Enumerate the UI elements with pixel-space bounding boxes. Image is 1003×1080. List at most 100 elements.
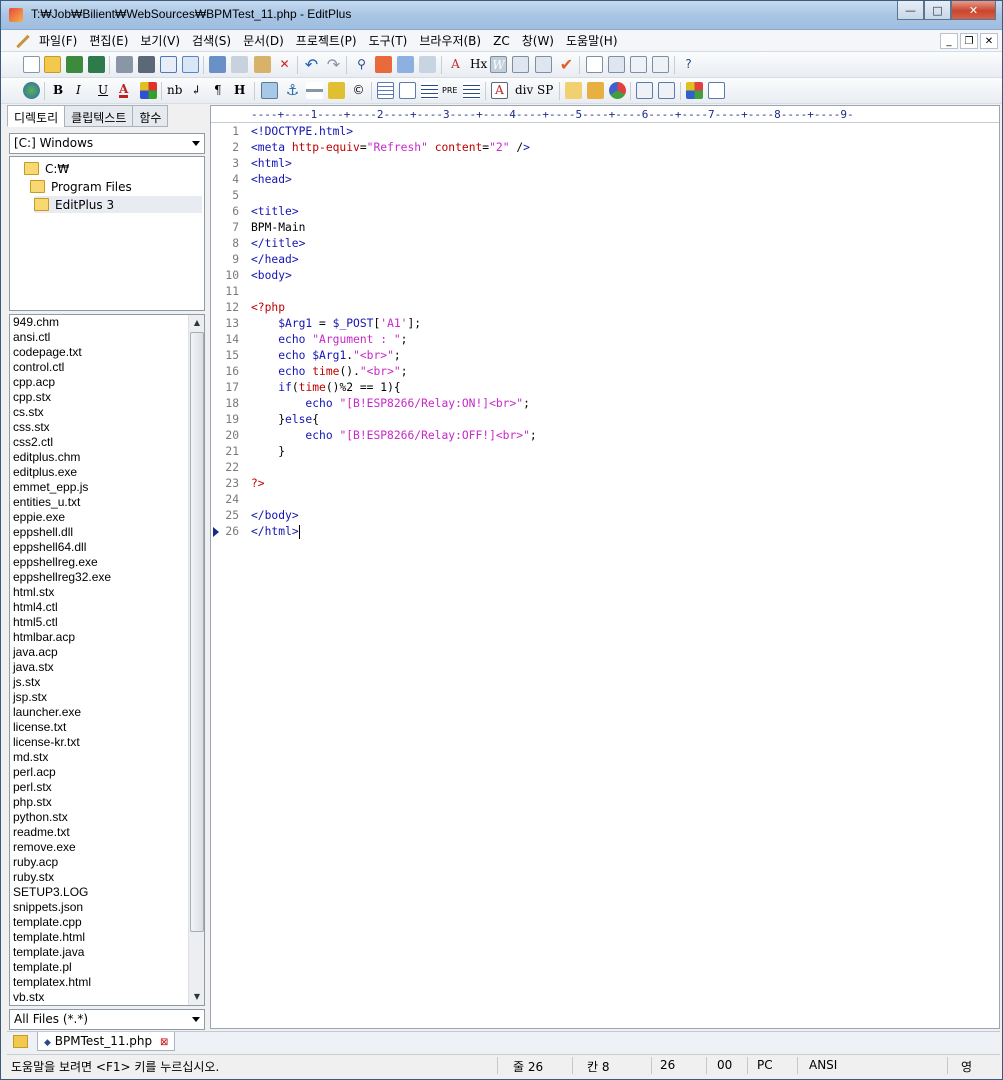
file-list-item[interactable]: java.acp: [10, 645, 204, 660]
list-icon[interactable]: [463, 82, 480, 99]
file-list-item[interactable]: launcher.exe: [10, 705, 204, 720]
code-line[interactable]: 19 }else{ }else{: [211, 412, 319, 428]
file-list-item[interactable]: remove.exe: [10, 840, 204, 855]
line-break-button[interactable]: ↲: [191, 83, 201, 97]
file-list-item[interactable]: ansi.ctl: [10, 330, 204, 345]
menu-zc[interactable]: ZC: [487, 34, 516, 48]
browser-view-icon[interactable]: [182, 56, 199, 73]
menu-search[interactable]: 검색(S): [186, 32, 237, 49]
editplus-app-icon[interactable]: [9, 8, 23, 22]
edit-icon[interactable]: [565, 82, 582, 99]
file-list-item[interactable]: SETUP3.LOG: [10, 885, 204, 900]
table-icon[interactable]: [377, 82, 394, 99]
code-line[interactable]: 2 <meta http-equiv="Refresh" content="2" …: [211, 140, 530, 156]
tab-directory[interactable]: 디렉토리: [7, 105, 66, 127]
line-numbers-icon[interactable]: [512, 56, 529, 73]
file-list-item[interactable]: vb.stx: [10, 990, 204, 1005]
copyright-icon[interactable]: ©: [350, 82, 367, 99]
find-in-files-icon[interactable]: [397, 56, 414, 73]
status-line-ending[interactable]: PC: [757, 1058, 773, 1072]
drive-select[interactable]: [C:] Windows: [9, 133, 205, 154]
code-line[interactable]: 16 echo time()."<br>"; echo time()."<br>…: [211, 364, 407, 380]
code-line[interactable]: 22: [211, 460, 251, 476]
output-window-icon[interactable]: [586, 56, 603, 73]
print-preview-icon[interactable]: [116, 56, 133, 73]
file-list-item[interactable]: python.stx: [10, 810, 204, 825]
code-line[interactable]: 25</body></body>: [211, 508, 298, 524]
file-list-item[interactable]: editplus.chm: [10, 450, 204, 465]
color-picker-icon[interactable]: [140, 82, 157, 99]
file-list-item[interactable]: html5.ctl: [10, 615, 204, 630]
file-list-item[interactable]: cpp.stx: [10, 390, 204, 405]
globe-icon[interactable]: [23, 82, 40, 99]
open-folder-icon[interactable]: [44, 56, 61, 73]
code-line[interactable]: 8</title></title>: [211, 236, 305, 252]
menu-window[interactable]: 창(W): [516, 32, 560, 49]
heading-button[interactable]: H: [234, 83, 245, 97]
palette-icon[interactable]: [609, 82, 626, 99]
file-list-item[interactable]: cpp.acp: [10, 375, 204, 390]
mdi-close-button[interactable]: ✕: [980, 33, 998, 49]
code-line[interactable]: 17 if(time()%2 == 1){ if(time()%2 == 1){: [211, 380, 400, 396]
file-list-item[interactable]: entities_u.txt: [10, 495, 204, 510]
pencil-brush-icon[interactable]: [587, 82, 604, 99]
code-line[interactable]: 10<body><body>: [211, 268, 291, 284]
form-icon[interactable]: [399, 82, 416, 99]
file-list-item[interactable]: template.html: [10, 930, 204, 945]
file-list-item[interactable]: java.stx: [10, 660, 204, 675]
hx-toggle[interactable]: Hx: [470, 57, 487, 71]
document-selector-icon[interactable]: [658, 82, 675, 99]
menu-edit[interactable]: 편집(E): [83, 32, 134, 49]
italic-button[interactable]: I: [76, 83, 81, 97]
menu-view[interactable]: 보기(V): [134, 32, 186, 49]
image-icon[interactable]: [261, 82, 278, 99]
html-toolbar-icon[interactable]: [636, 82, 653, 99]
font-icon[interactable]: A: [447, 56, 464, 73]
file-list-item[interactable]: template.cpp: [10, 915, 204, 930]
windows-icon[interactable]: [686, 82, 703, 99]
file-list-item[interactable]: emmet_epp.js: [10, 480, 204, 495]
save-icon[interactable]: [66, 56, 83, 73]
maximize-button[interactable]: □: [924, 1, 951, 20]
code-line[interactable]: 3<html><html>: [211, 156, 292, 172]
code-line[interactable]: 11: [211, 284, 251, 300]
file-list-scrollbar[interactable]: ▲ ▼: [188, 315, 204, 1005]
file-list-item[interactable]: snippets.json: [10, 900, 204, 915]
mdi-minimize-button[interactable]: _: [940, 33, 958, 49]
code-line[interactable]: 5: [211, 188, 251, 204]
replace-icon[interactable]: [375, 56, 392, 73]
menu-document[interactable]: 문서(D): [237, 32, 290, 49]
close-button[interactable]: ✕: [951, 1, 996, 20]
file-list-item[interactable]: ruby.acp: [10, 855, 204, 870]
file-list-item[interactable]: license-kr.txt: [10, 735, 204, 750]
menu-browser[interactable]: 브라우저(B): [413, 32, 487, 49]
directory-window-icon[interactable]: [608, 56, 625, 73]
column-mode-icon[interactable]: [535, 56, 552, 73]
nbsp-button[interactable]: nb: [167, 83, 182, 97]
fullscreen-icon[interactable]: [652, 56, 669, 73]
div-button[interactable]: div: [515, 83, 533, 97]
menu-file[interactable]: 파일(F): [33, 32, 83, 49]
minimize-button[interactable]: —: [897, 1, 924, 20]
code-line[interactable]: 24: [211, 492, 251, 508]
code-line[interactable]: 26</html></html>: [211, 524, 300, 540]
paragraph-button[interactable]: ¶: [214, 83, 222, 97]
code-line[interactable]: 7BPM-MainBPM-Main: [211, 220, 305, 236]
folder-item-selected[interactable]: EditPlus 3: [34, 196, 202, 213]
check-icon[interactable]: ✔: [558, 56, 575, 73]
menu-tools[interactable]: 도구(T): [363, 32, 414, 49]
code-line[interactable]: 14 echo "Argument : "; echo "Argument : …: [211, 332, 407, 348]
file-list-item[interactable]: eppshellreg.exe: [10, 555, 204, 570]
file-list-item[interactable]: php.stx: [10, 795, 204, 810]
file-filter-select[interactable]: All Files (*.*): [9, 1009, 205, 1030]
goto-line-icon[interactable]: [419, 56, 436, 73]
folder-item[interactable]: Program Files: [30, 178, 132, 195]
print-icon[interactable]: [138, 56, 155, 73]
file-list-item[interactable]: html.stx: [10, 585, 204, 600]
preview-window-icon[interactable]: [708, 82, 725, 99]
code-line[interactable]: 21 } }: [211, 444, 285, 460]
file-list-item[interactable]: codepage.txt: [10, 345, 204, 360]
scroll-thumb[interactable]: [190, 332, 204, 932]
file-list-item[interactable]: template.java: [10, 945, 204, 960]
spellcheck-icon[interactable]: [160, 56, 177, 73]
